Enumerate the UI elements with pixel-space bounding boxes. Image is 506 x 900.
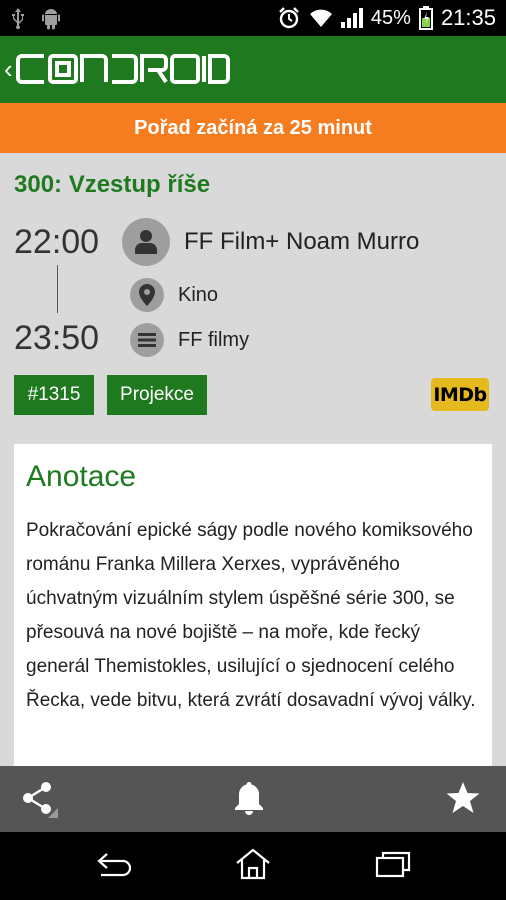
annotation-heading: Anotace — [26, 460, 137, 493]
recent-apps-button[interactable] — [368, 846, 418, 886]
battery-icon — [418, 6, 433, 30]
wifi-icon — [309, 7, 333, 29]
usb-icon — [10, 7, 26, 29]
status-bar: 45% 21:35 — [0, 0, 506, 36]
imdb-button[interactable]: IMDb — [431, 378, 489, 411]
android-icon — [40, 6, 62, 30]
start-notice-bar: Pořad začíná za 25 minut — [0, 103, 506, 153]
status-left — [10, 0, 62, 36]
battery-percent: 45% — [370, 6, 411, 29]
map-pin-icon — [130, 278, 164, 312]
annotation-card: Anotace Pokračování epické ságy podle no… — [14, 444, 492, 766]
clock: 21:35 — [440, 5, 496, 30]
person-icon — [122, 218, 170, 266]
category-row[interactable]: FF filmy — [130, 322, 249, 358]
category-name: FF filmy — [178, 328, 250, 351]
time-divider — [57, 265, 58, 313]
back-button[interactable] — [88, 846, 138, 886]
annotation-text: Pokračování epické ságy podle nového kom… — [26, 520, 476, 711]
event-title: 300: Vzestup říše — [14, 171, 211, 198]
app-bar: ‹ — [0, 36, 506, 103]
start-time: 22:00 — [14, 223, 100, 261]
star-icon — [445, 781, 481, 820]
share-button[interactable] — [16, 778, 60, 822]
reminder-button[interactable] — [227, 778, 271, 822]
condroid-logo[interactable] — [16, 52, 230, 91]
location-name: Kino — [178, 283, 219, 306]
recent-apps-icon — [375, 850, 411, 883]
share-icon — [18, 778, 58, 823]
back-icon — [93, 850, 133, 883]
list-icon — [130, 323, 164, 357]
event-detail: 300: Vzestup říše 22:00 23:50 FF Film+ N… — [0, 153, 506, 766]
favorite-button[interactable] — [441, 778, 485, 822]
home-icon — [235, 848, 271, 885]
event-type-tag[interactable]: Projekce — [107, 375, 207, 415]
event-id-tag[interactable]: #1315 — [14, 375, 94, 415]
end-time: 23:50 — [14, 319, 100, 357]
bell-icon — [233, 780, 265, 821]
bottom-action-bar — [0, 766, 506, 832]
speaker-row[interactable]: FF Film+ Noam Murro — [122, 217, 419, 267]
speaker-name: FF Film+ Noam Murro — [184, 228, 420, 255]
system-nav-bar — [0, 832, 506, 900]
alarm-icon — [277, 6, 301, 30]
signal-icon — [340, 8, 363, 28]
home-button[interactable] — [228, 846, 278, 886]
location-row[interactable]: Kino — [130, 277, 218, 313]
status-right: 45% 21:35 — [277, 0, 496, 36]
